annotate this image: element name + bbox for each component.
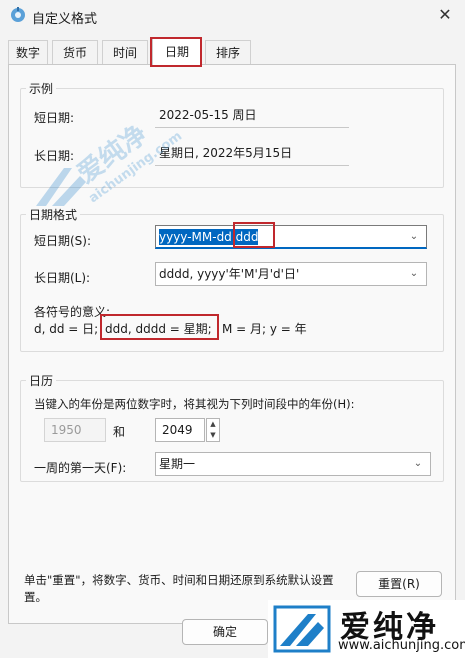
settings-window-icon: [11, 7, 25, 22]
corner-watermark: 爱纯净 www.aichunjing.com: [268, 600, 465, 658]
tab-date[interactable]: 日期: [152, 37, 202, 66]
two-digit-year-text: 当键入的年份是两位数字时，将其视为下列时间段中的年份(H):: [34, 397, 355, 411]
short-date-combobox[interactable]: yyyy-MM-dd ddd ⌄: [155, 225, 427, 249]
chevron-down-icon[interactable]: ⌄: [412, 453, 424, 475]
reset-button[interactable]: 重置(R): [356, 571, 442, 597]
spin-down-icon[interactable]: ▼: [207, 430, 219, 441]
short-date-format-weekday: ddd: [231, 229, 259, 245]
watermark-logo-icon: [36, 168, 86, 206]
long-date-combobox[interactable]: dddd, yyyy'年'M'月'd'日' ⌄: [155, 262, 427, 286]
short-date-format-selected: yyyy-MM-dd: [159, 229, 232, 245]
symbols-day: d, dd = 日;: [34, 322, 99, 336]
year-spinner[interactable]: ▲ ▼: [206, 418, 220, 442]
first-day-label: 一周的第一天(F):: [34, 461, 127, 475]
corner-logo-icon: [273, 605, 331, 653]
close-icon[interactable]: ✕: [432, 4, 458, 26]
from-year-field: 1950: [44, 418, 106, 442]
ok-button[interactable]: 确定: [182, 619, 268, 645]
tab-time[interactable]: 时间: [102, 40, 148, 65]
reset-description-line2: 置。: [24, 590, 47, 604]
long-date-label: 长日期(L):: [34, 271, 91, 285]
to-year-field[interactable]: 2049: [155, 418, 205, 442]
first-day-value: 星期一: [159, 457, 196, 471]
tab-currency[interactable]: 货币: [52, 40, 98, 65]
window-title: 自定义格式: [32, 12, 98, 27]
tab-number[interactable]: 数字: [8, 40, 48, 65]
short-date-example-value: 2022-05-15 周日: [155, 104, 349, 128]
symbols-weekday: ddd, dddd = 星期;: [105, 322, 212, 336]
example-group-title: 示例: [26, 80, 57, 97]
chevron-down-icon[interactable]: ⌄: [408, 226, 420, 248]
chevron-down-icon[interactable]: ⌄: [408, 263, 420, 285]
corner-url: www.aichunjing.com: [338, 638, 465, 653]
long-date-format-value: dddd, yyyy'年'M'月'd'日': [159, 267, 300, 281]
long-date-example-value: 星期日, 2022年5月15日: [155, 142, 349, 166]
reset-description-line1: 单击"重置"，将数字、货币、时间和日期还原到系统默认设置: [24, 573, 334, 587]
and-text: 和: [113, 425, 126, 439]
spin-up-icon[interactable]: ▲: [207, 419, 219, 430]
short-date-example-label: 短日期:: [34, 111, 75, 125]
calendar-group-title: 日历: [26, 372, 57, 389]
symbols-month-year: M = 月; y = 年: [222, 322, 307, 336]
first-day-combobox[interactable]: 星期一 ⌄: [155, 452, 431, 476]
symbols-title: 各符号的意义:: [34, 305, 111, 319]
short-date-label: 短日期(S):: [34, 234, 92, 248]
tab-sort[interactable]: 排序: [205, 40, 251, 65]
title-bar: 自定义格式 ✕: [0, 0, 465, 32]
